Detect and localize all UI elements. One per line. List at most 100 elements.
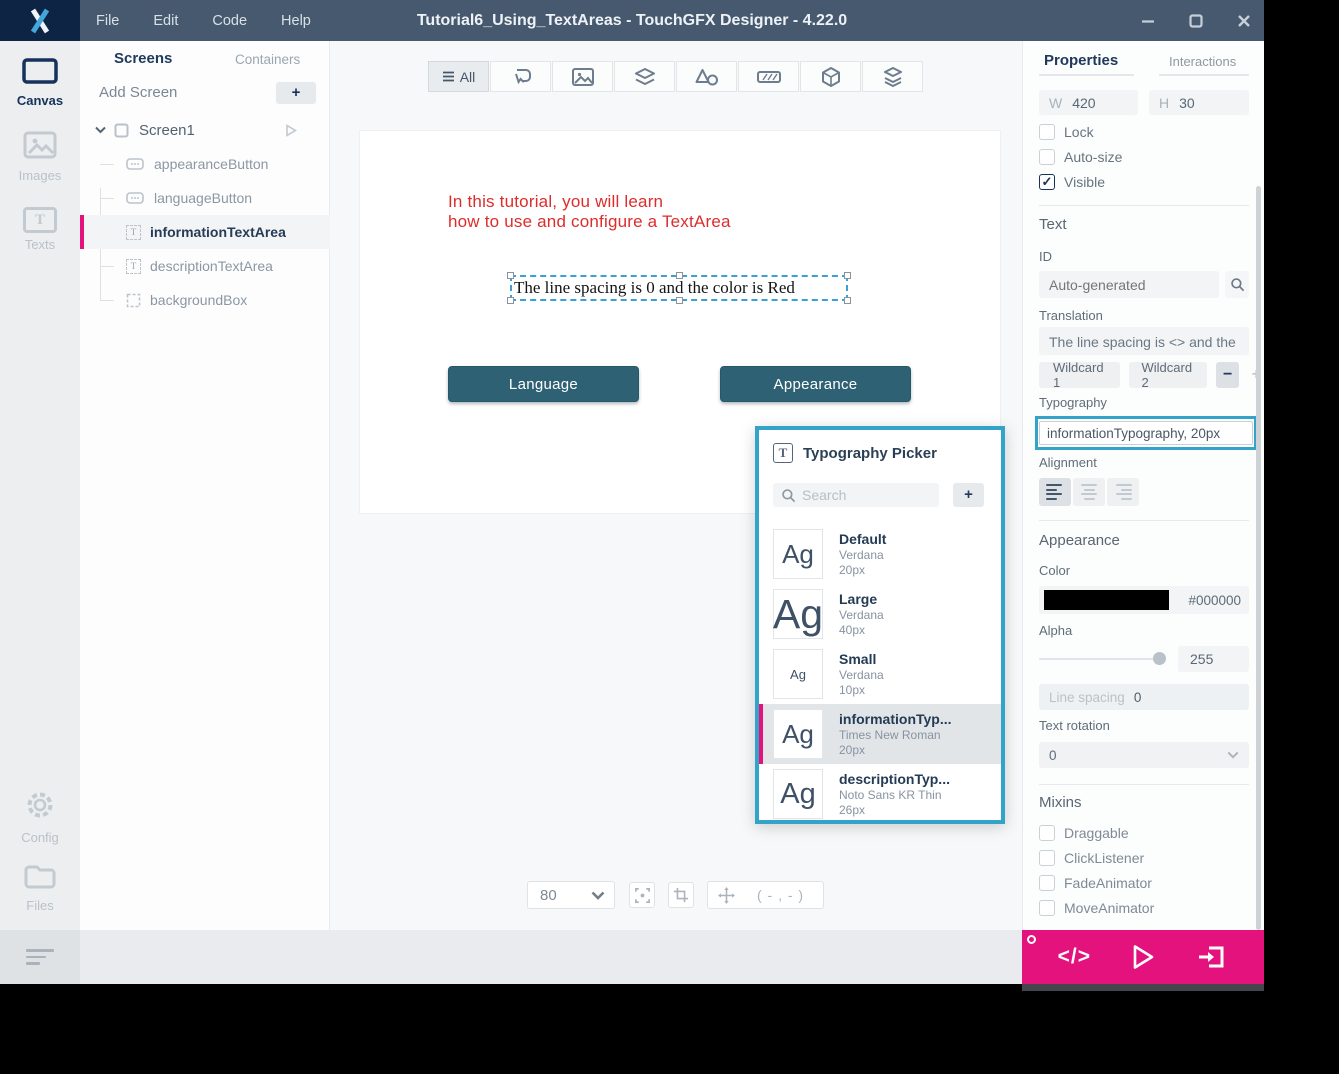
typography-item-small[interactable]: Ag Small Verdana 10px	[759, 644, 1001, 704]
lock-checkbox-row[interactable]: Lock	[1039, 124, 1094, 140]
resize-handle-nw[interactable]	[507, 272, 514, 279]
chevron-down-icon[interactable]	[95, 126, 106, 134]
menu-file[interactable]: File	[92, 13, 123, 29]
tree-item-screen1[interactable]: Screen1	[80, 113, 330, 147]
alpha-value-field[interactable]: 255	[1178, 646, 1249, 672]
fadeanimator-checkbox-row[interactable]: FadeAnimator	[1039, 875, 1152, 891]
remove-wildcard-button[interactable]: −	[1215, 362, 1240, 388]
wildcard1-button[interactable]: Wildcard 1	[1039, 360, 1121, 390]
resize-handle-ne[interactable]	[844, 272, 851, 279]
draggable-checkbox[interactable]	[1039, 825, 1055, 841]
run-target-button[interactable]	[1190, 935, 1234, 979]
widgets-images-button[interactable]	[552, 61, 613, 92]
height-field[interactable]: H 30	[1149, 90, 1249, 115]
log-panel-toggle[interactable]	[0, 930, 80, 984]
properties-scrollbar[interactable]	[1256, 186, 1261, 930]
tab-containers[interactable]: Containers	[235, 52, 300, 67]
nav-config[interactable]: Config	[0, 789, 80, 845]
tutorial-red-text[interactable]: In this tutorial, you will learn how to …	[448, 192, 731, 231]
language-button-widget[interactable]: Language	[448, 366, 639, 402]
id-search-button[interactable]	[1225, 271, 1249, 298]
filter-all-button[interactable]: All	[428, 61, 489, 92]
tree-item-descriptiontextarea[interactable]: T descriptionTextArea	[80, 249, 330, 283]
typography-item-informationtypography[interactable]: Ag informationTyp... Times New Roman 20p…	[759, 704, 1001, 764]
line-spacing-field[interactable]: Line spacing 0	[1039, 684, 1249, 710]
autosize-checkbox[interactable]	[1039, 149, 1055, 165]
nav-texts[interactable]: T Texts	[0, 207, 80, 252]
status-bar	[0, 930, 1022, 984]
resize-handle-se[interactable]	[844, 297, 851, 304]
cursor-coordinates[interactable]: ( - , - )	[707, 881, 824, 909]
tree-item-appearancebutton[interactable]: appearanceButton	[80, 147, 330, 181]
menu-code[interactable]: Code	[208, 13, 251, 29]
app-logo[interactable]	[0, 0, 80, 41]
typography-field[interactable]: informationTypography, 20px	[1039, 421, 1253, 445]
width-field[interactable]: W 420	[1039, 90, 1138, 115]
crop-button[interactable]	[668, 882, 694, 908]
maximize-button[interactable]	[1186, 11, 1206, 31]
color-field[interactable]: #000000	[1039, 586, 1249, 614]
align-center-button[interactable]	[1073, 478, 1105, 506]
run-simulator-button[interactable]	[1121, 935, 1165, 979]
typography-name: Large	[839, 590, 878, 607]
tab-properties[interactable]: Properties	[1044, 52, 1118, 69]
zoom-select[interactable]: 80	[527, 881, 615, 909]
widgets-progress-button[interactable]	[738, 61, 799, 92]
widgets-misc-button[interactable]	[862, 61, 923, 92]
nav-files[interactable]: Files	[0, 861, 80, 913]
visible-checkbox[interactable]: ✓	[1039, 174, 1055, 190]
align-right-button[interactable]	[1107, 478, 1139, 506]
alpha-slider-thumb[interactable]	[1153, 652, 1166, 665]
widgets-3d-button[interactable]	[800, 61, 861, 92]
clicklistener-checkbox-row[interactable]: ClickListener	[1039, 850, 1144, 866]
tree-item-informationtextarea[interactable]: T informationTextArea	[80, 215, 330, 249]
appearance-button-widget[interactable]: Appearance	[720, 366, 911, 402]
add-typography-button[interactable]: +	[953, 483, 984, 507]
typography-item-descriptiontypography[interactable]: Ag descriptionTyp... Noto Sans KR Thin 2…	[759, 764, 1001, 824]
close-button[interactable]	[1234, 11, 1254, 31]
widgets-containers-button[interactable]	[614, 61, 675, 92]
typography-search[interactable]	[773, 483, 939, 507]
nav-canvas[interactable]: Canvas	[0, 58, 80, 108]
minimize-button[interactable]	[1138, 11, 1158, 31]
typography-item-large[interactable]: Ag Large Verdana 40px	[759, 584, 1001, 644]
tree-item-label: descriptionTextArea	[150, 258, 273, 274]
lock-checkbox[interactable]	[1039, 124, 1055, 140]
draggable-checkbox-row[interactable]: Draggable	[1039, 825, 1129, 841]
wildcard2-button[interactable]: Wildcard 2	[1129, 360, 1207, 390]
typography-label: Typography	[1039, 395, 1107, 410]
typography-search-input[interactable]	[802, 487, 922, 503]
tree-item-backgroundbox[interactable]: backgroundBox	[80, 283, 330, 317]
selected-textarea-widget[interactable]: The line spacing is 0 and the color is R…	[507, 272, 851, 304]
resize-handle-sw[interactable]	[507, 297, 514, 304]
maximize-icon	[1189, 13, 1203, 28]
tab-screens[interactable]: Screens	[114, 50, 172, 67]
color-swatch[interactable]	[1044, 590, 1169, 610]
screens-panel: Screens Containers Add Screen + Screen1 …	[80, 41, 330, 930]
generate-code-button[interactable]: </>	[1052, 935, 1096, 979]
tree-item-languagebutton[interactable]: languageButton	[80, 181, 330, 215]
moveanimator-checkbox[interactable]	[1039, 900, 1055, 916]
nav-images[interactable]: Images	[0, 131, 80, 183]
typography-picker-title: Typography Picker	[803, 444, 937, 462]
id-input[interactable]	[1039, 271, 1219, 298]
moveanimator-checkbox-row[interactable]: MoveAnimator	[1039, 900, 1154, 916]
fadeanimator-checkbox[interactable]	[1039, 875, 1055, 891]
fit-view-button[interactable]	[629, 882, 655, 908]
typography-item-default[interactable]: Ag Default Verdana 20px	[759, 524, 1001, 584]
text-rotation-select[interactable]: 0	[1039, 742, 1249, 768]
align-left-button[interactable]	[1039, 478, 1071, 506]
run-screen-icon[interactable]	[285, 123, 297, 137]
resize-handle-n[interactable]	[676, 272, 683, 279]
widgets-buttons-button[interactable]	[490, 61, 551, 92]
alpha-slider-track[interactable]	[1039, 658, 1166, 660]
widgets-shapes-button[interactable]	[676, 61, 737, 92]
resize-handle-s[interactable]	[676, 297, 683, 304]
menu-edit[interactable]: Edit	[149, 13, 182, 29]
translation-field[interactable]: The line spacing is <> and the color is …	[1039, 327, 1249, 355]
visible-checkbox-row[interactable]: ✓ Visible	[1039, 174, 1105, 190]
autosize-checkbox-row[interactable]: Auto-size	[1039, 149, 1122, 165]
clicklistener-checkbox[interactable]	[1039, 850, 1055, 866]
tab-interactions[interactable]: Interactions	[1169, 54, 1236, 69]
add-screen-button[interactable]: +	[276, 82, 316, 104]
